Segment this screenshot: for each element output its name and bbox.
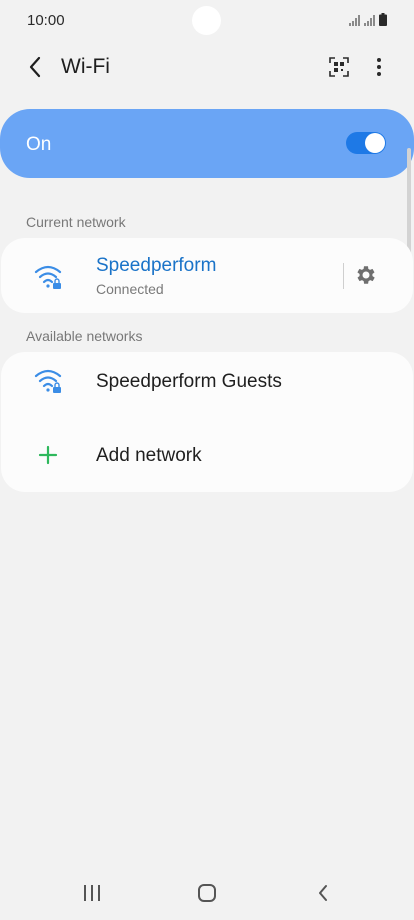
wifi-signal-icon: [349, 15, 360, 26]
home-button[interactable]: [187, 878, 227, 908]
wifi-locked-icon: [34, 265, 62, 289]
recent-apps-icon: [84, 885, 100, 901]
back-arrow-icon: [29, 56, 41, 78]
current-network-name: Speedperform: [96, 255, 217, 276]
recent-apps-button[interactable]: [72, 878, 112, 908]
wifi-locked-icon: [34, 369, 62, 393]
current-network-card: Speedperform Connected: [1, 238, 413, 313]
status-bar: 10:00: [0, 0, 414, 42]
divider: [343, 263, 344, 289]
network-item-speedperform-guests[interactable]: Speedperform Guests: [1, 352, 413, 414]
page-title: Wi-Fi: [61, 55, 110, 78]
plus-icon: [38, 445, 58, 465]
network-settings-button[interactable]: [352, 261, 380, 289]
app-bar: Wi-Fi: [0, 42, 414, 92]
gear-icon: [357, 266, 375, 284]
current-network-item[interactable]: Speedperform Connected: [1, 238, 341, 313]
cellular-signal-icon: [364, 15, 375, 26]
current-network-status: Connected: [96, 281, 164, 297]
home-icon: [198, 884, 216, 902]
camera-cutout: [192, 6, 221, 35]
wifi-master-switch[interactable]: On: [0, 109, 414, 178]
network-name: Speedperform Guests: [96, 371, 282, 392]
more-options-button[interactable]: [366, 52, 392, 82]
status-time: 10:00: [27, 12, 65, 29]
battery-icon: [379, 13, 387, 26]
available-networks-header: Available networks: [26, 328, 143, 344]
back-button[interactable]: [20, 52, 50, 82]
add-network-button[interactable]: Add network: [1, 424, 413, 486]
qr-code-button[interactable]: [324, 52, 354, 82]
wifi-toggle[interactable]: [346, 132, 386, 154]
available-networks-card: Speedperform Guests Add network: [1, 352, 413, 492]
current-network-header: Current network: [26, 214, 126, 230]
add-network-label: Add network: [96, 445, 202, 466]
navigation-bar: [0, 866, 414, 920]
toggle-knob: [365, 133, 385, 153]
status-icons: [349, 13, 387, 26]
qr-code-icon: [329, 57, 349, 77]
more-vert-icon: [377, 58, 381, 76]
master-switch-label: On: [26, 134, 52, 155]
nav-back-button[interactable]: [303, 878, 343, 908]
back-icon: [319, 885, 327, 901]
